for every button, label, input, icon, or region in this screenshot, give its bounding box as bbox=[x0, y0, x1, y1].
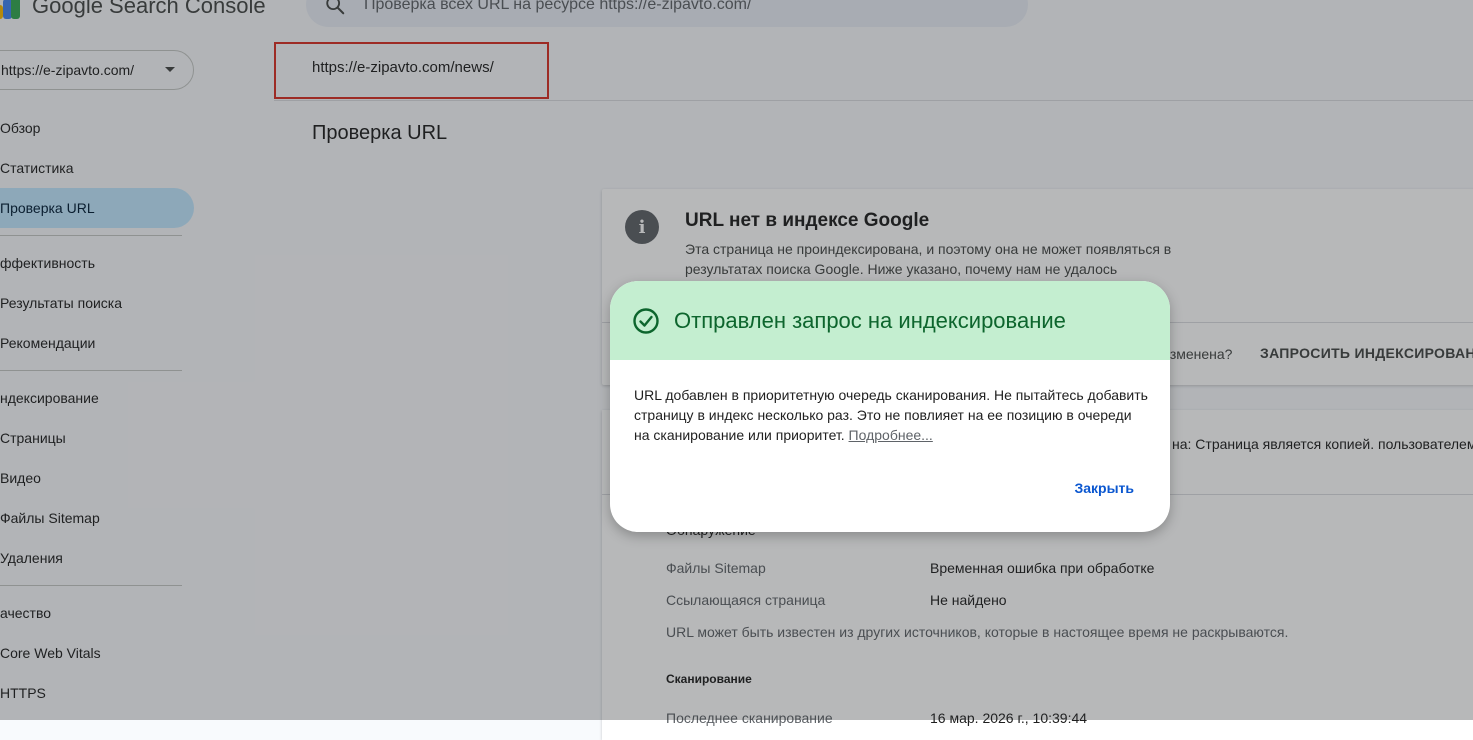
dialog-title: Отправлен запрос на индексирование bbox=[674, 307, 1066, 333]
dialog-message: URL добавлен в приоритетную очередь скан… bbox=[634, 387, 1148, 443]
close-button[interactable]: Закрыть bbox=[1074, 480, 1134, 496]
check-circle-icon bbox=[633, 307, 659, 334]
dialog-header: Отправлен запрос на индексирование bbox=[610, 281, 1170, 360]
learn-more-link[interactable]: Подробнее... bbox=[849, 427, 933, 443]
indexing-requested-dialog: Отправлен запрос на индексирование URL д… bbox=[610, 281, 1170, 532]
